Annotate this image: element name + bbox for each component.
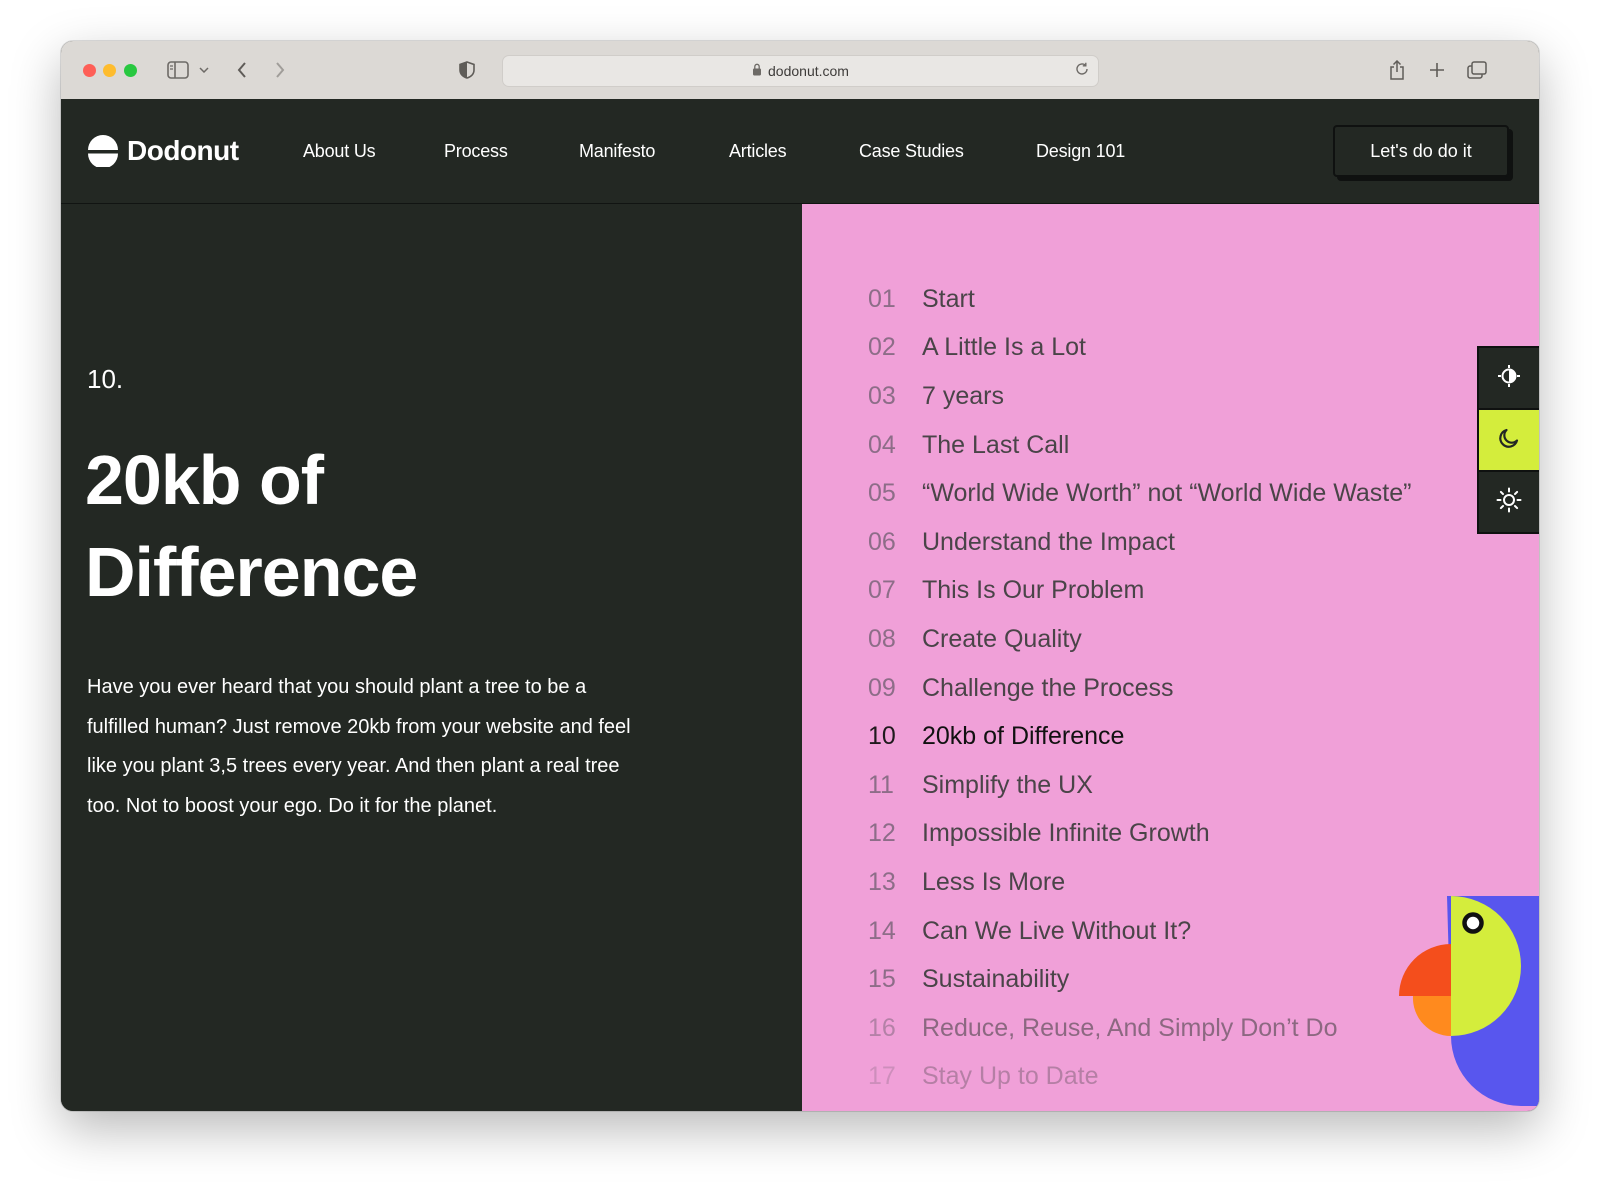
dark-mode-button[interactable]: [1479, 410, 1539, 472]
toc-item[interactable]: 11 Simplify the UX: [868, 761, 1411, 810]
toc-item-number: 08: [868, 624, 896, 653]
toc-item[interactable]: 08 Create Quality: [868, 615, 1411, 664]
toc-item-number: 15: [868, 965, 896, 994]
toc-item-number: 16: [868, 1013, 896, 1042]
table-of-contents: 01 Start 02 A Little Is a Lot 03 7 years 04 The…: [868, 275, 1411, 1101]
toc-item-number: 03: [868, 381, 896, 410]
logo-text: Dodonut: [127, 135, 239, 166]
toc-item-number: 17: [868, 1062, 896, 1091]
chapter-panel: 10. 20kb of Difference Have you ever hea…: [61, 204, 802, 1111]
toc-item-number: 09: [868, 673, 896, 702]
nav-link-case-studies[interactable]: Case Studies: [859, 141, 964, 162]
theme-switcher: [1477, 346, 1539, 534]
light-mode-button[interactable]: [1479, 472, 1539, 532]
toc-item[interactable]: 01 Start: [868, 275, 1411, 324]
toc-item-label: 20kb of Difference: [922, 722, 1125, 751]
logo[interactable]: Dodonut: [87, 135, 239, 169]
chapter-title: 20kb of Difference: [85, 434, 685, 618]
toc-item-label: This Is Our Problem: [922, 576, 1145, 605]
toc-item-number: 14: [868, 916, 896, 945]
toc-item[interactable]: 16 Reduce, Reuse, And Simply Don’t Do: [868, 1004, 1411, 1053]
back-icon[interactable]: [233, 56, 251, 84]
toc-item[interactable]: 05 “World Wide Worth” not “World Wide Was…: [868, 469, 1411, 518]
table-of-contents-panel: 01 Start 02 A Little Is a Lot 03 7 years 04 The…: [802, 204, 1539, 1111]
zoom-window-button[interactable]: [124, 64, 137, 77]
minimize-window-button[interactable]: [103, 64, 116, 77]
toc-item-number: 01: [868, 284, 896, 313]
toc-item-number: 05: [868, 479, 896, 508]
toc-item-label: Reduce, Reuse, And Simply Don’t Do: [922, 1013, 1338, 1042]
toc-item[interactable]: 09 Challenge the Process: [868, 664, 1411, 713]
dodonut-logo-icon: [87, 135, 119, 169]
browser-toolbar: dodonut.com: [61, 41, 1539, 100]
toc-item-number: 07: [868, 576, 896, 605]
toc-item[interactable]: 10 20kb of Difference: [868, 712, 1411, 761]
toc-item-label: Simplify the UX: [922, 770, 1093, 799]
toc-item-number: 10: [868, 722, 896, 751]
nav-link-process[interactable]: Process: [444, 141, 508, 162]
toc-item[interactable]: 17 Stay Up to Date: [868, 1053, 1411, 1102]
nav-link-manifesto[interactable]: Manifesto: [579, 141, 655, 162]
nav-link-about-us[interactable]: About Us: [303, 141, 376, 162]
chapter-title-line-1: 20kb of: [85, 441, 324, 519]
share-icon[interactable]: [1387, 56, 1407, 84]
toc-item-label: Impossible Infinite Growth: [922, 819, 1210, 848]
toc-item-number: 02: [868, 333, 896, 362]
toc-item-label: Can We Live Without It?: [922, 916, 1192, 945]
moon-icon: [1497, 426, 1521, 455]
toc-item-number: 11: [868, 770, 894, 799]
chevron-down-icon[interactable]: [197, 56, 211, 84]
lets-do-do-it-button[interactable]: Let's do do it: [1333, 125, 1509, 177]
sidebar-toggle-icon[interactable]: [165, 56, 191, 84]
toc-item[interactable]: 07 This Is Our Problem: [868, 567, 1411, 616]
forward-icon[interactable]: [271, 56, 289, 84]
toc-item-label: A Little Is a Lot: [922, 333, 1086, 362]
toc-item-label: Less Is More: [922, 867, 1066, 896]
toc-item[interactable]: 15 Sustainability: [868, 955, 1411, 1004]
toc-item-label: Understand the Impact: [922, 527, 1175, 556]
chapter-number: 10.: [87, 364, 124, 394]
parrot-illustration: [1399, 896, 1539, 1111]
chapter-body: Have you ever heard that you should plan…: [87, 676, 631, 817]
toc-item[interactable]: 12 Impossible Infinite Growth: [868, 810, 1411, 859]
new-tab-icon[interactable]: [1427, 56, 1447, 84]
toc-item-label: The Last Call: [922, 430, 1070, 459]
sun-icon: [1496, 487, 1522, 518]
url-text: dodonut.com: [768, 63, 849, 79]
toc-item-number: 12: [868, 819, 896, 848]
address-bar[interactable]: dodonut.com: [502, 55, 1099, 87]
toc-item-label: Sustainability: [922, 965, 1070, 994]
toc-item-label: Challenge the Process: [922, 673, 1174, 702]
contrast-icon: [1497, 364, 1521, 393]
nav-link-design-101[interactable]: Design 101: [1036, 141, 1125, 162]
toc-item[interactable]: 06 Understand the Impact: [868, 518, 1411, 567]
toc-item-label: Stay Up to Date: [922, 1062, 1099, 1091]
toc-item-number: 04: [868, 430, 896, 459]
toc-item-label: Start: [922, 284, 975, 313]
toc-item[interactable]: 13 Less Is More: [868, 858, 1411, 907]
chapter-title-line-2: Difference: [85, 533, 418, 611]
shield-icon[interactable]: [457, 56, 477, 84]
toc-item-label: 7 years: [922, 381, 1004, 410]
toc-item-number: 13: [868, 867, 896, 896]
toc-item-label: Create Quality: [922, 624, 1082, 653]
browser-window: dodonut.com Dodonut About Us Process Man…: [61, 41, 1539, 1111]
toc-item[interactable]: 04 The Last Call: [868, 421, 1411, 470]
site-header: Dodonut About Us Process Manifesto Artic…: [61, 99, 1539, 205]
tab-overview-icon[interactable]: [1466, 56, 1488, 84]
toc-item[interactable]: 03 7 years: [868, 372, 1411, 421]
toc-item-number: 06: [868, 527, 896, 556]
contrast-mode-button[interactable]: [1479, 348, 1539, 410]
nav-link-articles[interactable]: Articles: [729, 141, 787, 162]
toc-item[interactable]: 02 A Little Is a Lot: [868, 324, 1411, 373]
toc-item-label: “World Wide Worth” not “World Wide Waste…: [922, 479, 1412, 508]
toc-item[interactable]: 14 Can We Live Without It?: [868, 907, 1411, 956]
lock-icon: [752, 63, 762, 79]
reload-icon[interactable]: [1074, 61, 1090, 80]
close-window-button[interactable]: [83, 64, 96, 77]
